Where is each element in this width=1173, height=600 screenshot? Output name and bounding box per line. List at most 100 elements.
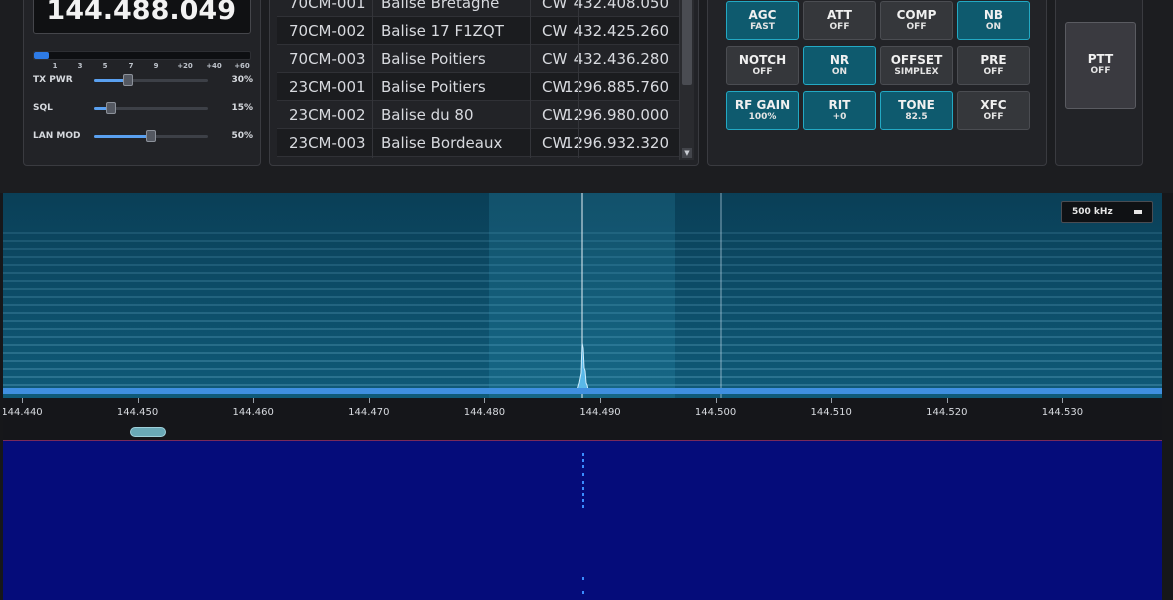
- axis-label: 144.520: [926, 407, 968, 418]
- waterfall-signal-trace: [582, 453, 584, 594]
- axis-tick: [484, 398, 486, 403]
- function-button-tone[interactable]: TONE 82.5: [880, 91, 953, 130]
- function-button-att[interactable]: ATT OFF: [803, 1, 876, 40]
- function-button-title: NB: [983, 8, 1004, 22]
- function-button-title: AGC: [748, 8, 777, 22]
- ptt-title: PTT: [1087, 52, 1114, 66]
- axis-label: 144.530: [1041, 407, 1084, 418]
- function-button-title: OFFSET: [890, 53, 943, 67]
- waterfall-plot: [582, 453, 584, 594]
- frequency-scroll-strip[interactable]: [3, 426, 1162, 440]
- function-button-offset[interactable]: OFFSET SIMPLEX: [880, 46, 953, 85]
- function-buttons-panel: AGC FAST ATT OFF COMP OFF NB ON NOTCH OFF NR ON OFFS…: [707, 0, 1047, 166]
- function-button-title: RIT: [828, 98, 851, 112]
- memory-mode: CW: [542, 0, 568, 12]
- frequency-display[interactable]: 144.488.049: [33, 0, 251, 34]
- waterfall-signal-dot: [582, 493, 584, 496]
- waterfall-display[interactable]: [3, 440, 1162, 600]
- function-button-state: OFF: [829, 22, 850, 32]
- spectrum-display[interactable]: 500 kHz: [3, 193, 1162, 398]
- lan-mod-slider[interactable]: [94, 130, 208, 142]
- vfo-panel: 144.488.049 1 3 5 7 9 +20 +40 +60 TX PWR 30% SQ…: [23, 0, 261, 166]
- function-button-rit[interactable]: RIT +0: [803, 91, 876, 130]
- s-meter-scale-label: 5: [102, 62, 108, 70]
- memory-name: Balise Bordeaux: [381, 134, 503, 152]
- s-meter-scale-label: 3: [77, 62, 83, 70]
- memory-id: 23CM-001: [289, 78, 366, 96]
- squelch-slider[interactable]: [94, 102, 208, 114]
- memory-row[interactable]: 70CM-001 Balise Bretagne CW 432.408.050: [277, 0, 679, 17]
- squelch-label: SQL: [33, 103, 53, 113]
- memory-row[interactable]: 23CM-003 Balise Bordeaux CW 1296.932.320: [277, 129, 679, 157]
- waterfall-signal-dot: [582, 459, 584, 462]
- spectrum-plot: [3, 193, 1162, 398]
- memory-id: 70CM-003: [289, 50, 366, 68]
- waterfall-signal-dot: [582, 473, 584, 476]
- function-button-state: 82.5: [905, 112, 928, 122]
- function-button-comp[interactable]: COMP OFF: [880, 1, 953, 40]
- memory-mode: CW: [542, 50, 568, 68]
- scroll-down-icon[interactable]: ▼: [682, 148, 692, 158]
- function-button-xfc[interactable]: XFC OFF: [957, 91, 1030, 130]
- function-button-title: RF GAIN: [734, 98, 791, 112]
- s-meter-scale-label: +60: [234, 62, 250, 70]
- frequency-scroll-handle[interactable]: [130, 427, 166, 437]
- lan-mod-slider-row: LAN MOD 50%: [33, 129, 253, 143]
- span-selector[interactable]: 500 kHz: [1061, 201, 1153, 223]
- function-button-rf-gain[interactable]: RF GAIN 100%: [726, 91, 799, 130]
- memory-row[interactable]: 70CM-002 Balise 17 F1ZQT CW 432.425.260: [277, 17, 679, 45]
- span-toggle-icon: [1134, 210, 1142, 214]
- column-divider: [578, 0, 579, 158]
- axis-tick: [22, 398, 23, 403]
- memory-mode: CW: [542, 22, 568, 40]
- axis-tick: [715, 398, 717, 403]
- axis-tick: [831, 398, 833, 403]
- function-button-pre[interactable]: PRE OFF: [957, 46, 1030, 85]
- memory-name: Balise Poitiers: [381, 78, 486, 96]
- memory-row[interactable]: 70CM-003 Balise Poitiers CW 432.436.280: [277, 45, 679, 73]
- ptt-button[interactable]: PTT OFF: [1065, 22, 1136, 109]
- axis-tick: [1062, 398, 1064, 403]
- waterfall-signal-dot: [582, 465, 584, 468]
- memory-row[interactable]: 23CM-002 Balise du 80 CW 1296.980.000: [277, 101, 679, 129]
- spectrum-baseline: [3, 388, 1162, 394]
- memory-list-panel: 70CM-001 Balise Bretagne CW 432.408.050 …: [269, 0, 699, 166]
- lan-mod-fill: [94, 135, 151, 138]
- lan-mod-handle[interactable]: [146, 130, 156, 142]
- scrollbar-thumb[interactable]: [682, 0, 692, 85]
- lan-mod-label: LAN MOD: [33, 131, 81, 141]
- waterfall-signal-dot: [582, 591, 584, 594]
- ptt-state: OFF: [1090, 66, 1111, 76]
- s-meter-scale-label: 9: [153, 62, 159, 70]
- memory-name: Balise Bretagne: [381, 0, 500, 12]
- axis-label: 144.510: [810, 407, 852, 418]
- memory-frequency: 1296.885.760: [564, 78, 669, 96]
- function-button-agc[interactable]: AGC FAST: [726, 1, 799, 40]
- s-meter-level: [34, 52, 50, 59]
- squelch-slider-row: SQL 15%: [33, 101, 253, 115]
- function-button-nb[interactable]: NB ON: [957, 1, 1030, 40]
- axis-tick: [946, 398, 948, 403]
- function-button-state: +0: [832, 112, 847, 122]
- squelch-handle[interactable]: [106, 102, 117, 114]
- memory-row[interactable]: 23CM-001 Balise Poitiers CW 1296.885.760: [277, 73, 679, 101]
- memory-list-scrollbar[interactable]: ▼: [679, 0, 694, 160]
- memory-id: 70CM-002: [289, 22, 366, 40]
- function-button-title: PRE: [980, 53, 1007, 67]
- memory-frequency: 1296.980.000: [564, 106, 669, 124]
- memory-frequency: 1296.932.320: [564, 134, 669, 152]
- tx-power-handle[interactable]: [123, 74, 134, 86]
- function-button-state: OFF: [752, 67, 773, 77]
- frequency-axis: 144.440 144.450 144.460 144.470 144.480 144.4…: [3, 398, 1162, 426]
- function-button-title: NOTCH: [738, 53, 787, 67]
- tx-power-slider[interactable]: [94, 74, 208, 86]
- axis-label: 144.470: [348, 407, 390, 418]
- ptt-panel: PTT OFF: [1055, 0, 1143, 166]
- function-button-notch[interactable]: NOTCH OFF: [726, 46, 799, 85]
- memory-id: 23CM-002: [289, 106, 366, 124]
- squelch-value: 15%: [231, 103, 253, 113]
- function-button-nr[interactable]: NR ON: [803, 46, 876, 85]
- right-edge: [1162, 193, 1173, 600]
- span-value: 500 kHz: [1072, 207, 1113, 217]
- lan-mod-value: 50%: [231, 131, 253, 141]
